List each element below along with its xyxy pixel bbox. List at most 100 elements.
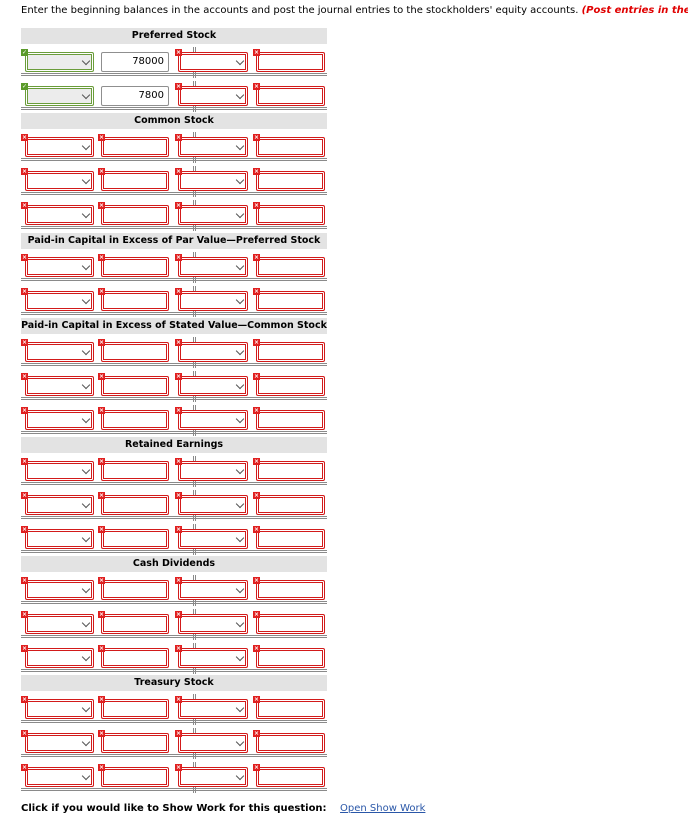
credit-amount-input[interactable] <box>256 461 325 481</box>
credit-amount-input[interactable] <box>256 648 325 668</box>
credit-account-select[interactable] <box>178 205 248 225</box>
debit-amount-input[interactable] <box>101 342 169 362</box>
credit-amount-input[interactable] <box>256 733 325 753</box>
debit-account-select[interactable] <box>25 495 94 515</box>
credit-account-select[interactable] <box>178 137 248 157</box>
debit-amount-input[interactable]: 78000 <box>101 52 169 72</box>
debit-amount-input[interactable] <box>101 495 169 515</box>
error-x-icon: × <box>98 526 105 533</box>
debit-amount-input[interactable] <box>101 205 169 225</box>
chevron-down-icon <box>81 584 91 594</box>
debit-account-select[interactable] <box>25 580 94 600</box>
error-x-icon: × <box>21 134 28 141</box>
debit-amount-input[interactable] <box>101 257 169 277</box>
debit-amount-input[interactable]: 7800 <box>101 86 169 106</box>
credit-account-select[interactable] <box>178 580 248 600</box>
debit-account-select[interactable] <box>25 699 94 719</box>
credit-account-select[interactable] <box>178 699 248 719</box>
debit-account-select[interactable] <box>25 733 94 753</box>
debit-account-select[interactable] <box>25 86 94 106</box>
credit-amount-input[interactable] <box>256 171 325 191</box>
credit-amount-input[interactable] <box>256 342 325 362</box>
debit-account-select[interactable] <box>25 137 94 157</box>
credit-account-select[interactable] <box>178 52 248 72</box>
chevron-down-icon <box>81 209 91 219</box>
debit-account-select[interactable] <box>25 376 94 396</box>
journal-row: × × × × <box>21 166 327 197</box>
debit-account-select[interactable] <box>25 461 94 481</box>
credit-account-select[interactable] <box>178 410 248 430</box>
journal-row: × × × × <box>21 643 327 674</box>
debit-account-select[interactable] <box>25 52 94 72</box>
error-x-icon: × <box>21 696 28 703</box>
error-x-icon: × <box>175 645 182 652</box>
chevron-down-icon <box>81 771 91 781</box>
credit-account-select[interactable] <box>178 376 248 396</box>
debit-amount-input[interactable] <box>101 137 169 157</box>
credit-account-select[interactable] <box>178 257 248 277</box>
credit-account-select[interactable] <box>178 767 248 787</box>
chevron-down-icon <box>81 175 91 185</box>
debit-amount-input[interactable] <box>101 580 169 600</box>
t-account-horizontal-rule <box>21 397 327 400</box>
credit-account-select[interactable] <box>178 529 248 549</box>
error-x-icon: × <box>175 254 182 261</box>
debit-amount-input[interactable] <box>101 529 169 549</box>
credit-account-select[interactable] <box>178 171 248 191</box>
debit-account-select[interactable] <box>25 648 94 668</box>
debit-account-select[interactable] <box>25 171 94 191</box>
debit-account-select[interactable] <box>25 410 94 430</box>
credit-account-select[interactable] <box>178 495 248 515</box>
credit-amount-input[interactable] <box>256 495 325 515</box>
credit-amount-input[interactable] <box>256 291 325 311</box>
error-x-icon: × <box>21 339 28 346</box>
credit-account-select[interactable] <box>178 86 248 106</box>
credit-amount-input[interactable] <box>256 86 325 106</box>
credit-amount-input[interactable] <box>256 205 325 225</box>
credit-account-select[interactable] <box>178 614 248 634</box>
debit-account-select[interactable] <box>25 767 94 787</box>
credit-amount-input[interactable] <box>256 410 325 430</box>
chevron-down-icon <box>235 584 245 594</box>
debit-amount-input[interactable] <box>101 410 169 430</box>
journal-row: × × × × <box>21 252 327 283</box>
debit-amount-input[interactable] <box>101 461 169 481</box>
debit-account-select[interactable] <box>25 529 94 549</box>
open-show-work-link[interactable]: Open Show Work <box>340 803 425 814</box>
credit-amount-input[interactable] <box>256 580 325 600</box>
credit-account-select[interactable] <box>178 342 248 362</box>
debit-account-select[interactable] <box>25 205 94 225</box>
credit-account-select[interactable] <box>178 461 248 481</box>
debit-account-select[interactable] <box>25 614 94 634</box>
credit-amount-input[interactable] <box>256 257 325 277</box>
debit-amount-input[interactable] <box>101 648 169 668</box>
t-account-horizontal-rule <box>21 192 327 195</box>
debit-amount-input[interactable] <box>101 291 169 311</box>
credit-account-select[interactable] <box>178 291 248 311</box>
error-x-icon: × <box>253 373 260 380</box>
debit-amount-input[interactable] <box>101 171 169 191</box>
error-x-icon: × <box>253 407 260 414</box>
debit-account-select[interactable] <box>25 342 94 362</box>
credit-amount-input[interactable] <box>256 614 325 634</box>
credit-amount-input[interactable] <box>256 699 325 719</box>
debit-account-select[interactable] <box>25 257 94 277</box>
debit-amount-input[interactable] <box>101 767 169 787</box>
chevron-down-icon <box>235 618 245 628</box>
credit-amount-input[interactable] <box>256 529 325 549</box>
debit-amount-input[interactable] <box>101 699 169 719</box>
error-x-icon: × <box>21 764 28 771</box>
debit-amount-input[interactable] <box>101 376 169 396</box>
debit-amount-input[interactable] <box>101 733 169 753</box>
t-account-horizontal-rule <box>21 516 327 519</box>
error-x-icon: × <box>253 168 260 175</box>
credit-account-select[interactable] <box>178 648 248 668</box>
credit-account-select[interactable] <box>178 733 248 753</box>
t-account-horizontal-rule <box>21 278 327 281</box>
debit-amount-input[interactable] <box>101 614 169 634</box>
credit-amount-input[interactable] <box>256 137 325 157</box>
credit-amount-input[interactable] <box>256 376 325 396</box>
debit-account-select[interactable] <box>25 291 94 311</box>
credit-amount-input[interactable] <box>256 52 325 72</box>
credit-amount-input[interactable] <box>256 767 325 787</box>
